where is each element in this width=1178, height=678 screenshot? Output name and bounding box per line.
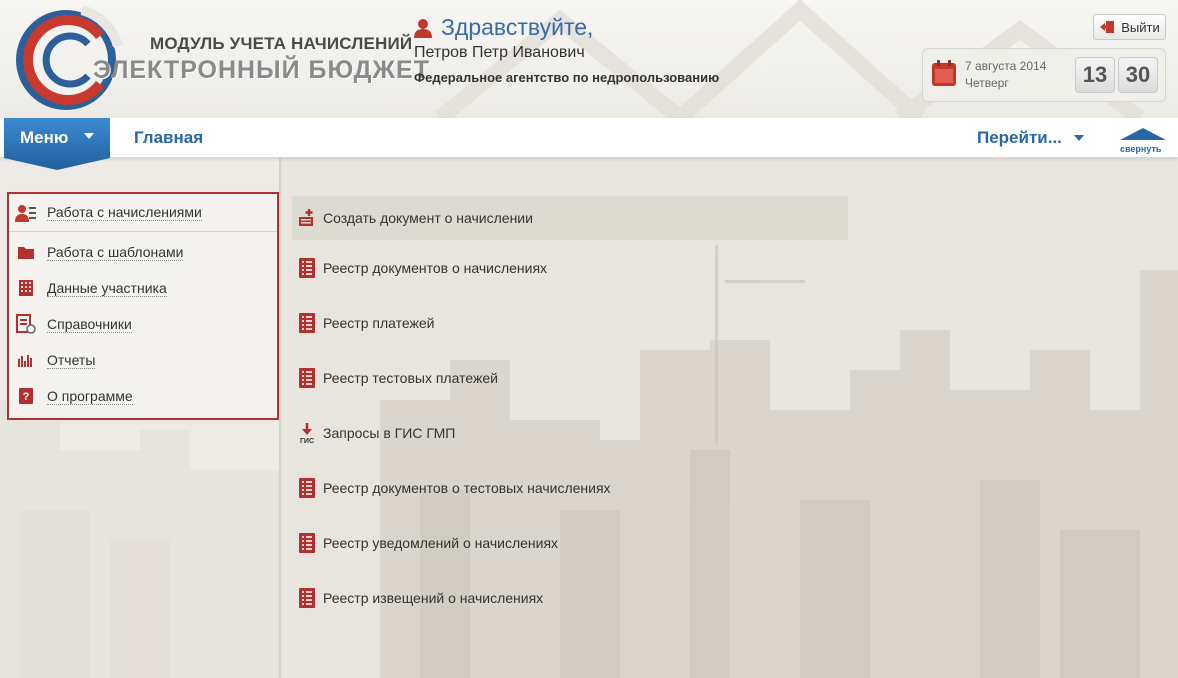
chevron-down-icon [84, 133, 94, 139]
content-item-label: Реестр платежей [323, 315, 435, 331]
content-item-label: Реестр документов о начислениях [323, 260, 548, 276]
greeting-text: Здравствуйте, [441, 14, 594, 40]
content-item-test-accrual-registry[interactable]: Реестр документов о тестовых начислениях [292, 466, 848, 510]
registry-icon [296, 311, 318, 335]
create-document-icon [296, 206, 318, 230]
folder-icon [15, 241, 37, 263]
accruals-user-icon [15, 202, 37, 224]
svg-text:ГИС: ГИС [300, 438, 314, 444]
goto-label: Перейти... [977, 128, 1062, 147]
content-item-accrual-registry[interactable]: Реестр документов о начислениях [292, 246, 848, 290]
clock-hours: 13 [1075, 57, 1115, 93]
left-menu-label: Отчеты [47, 351, 96, 369]
registry-icon [296, 586, 318, 610]
goto-dropdown[interactable]: Перейти... [977, 128, 1084, 148]
content-item-notification-registry[interactable]: Реестр уведомлений о начислениях [292, 521, 848, 565]
content-item-label: Реестр уведомлений о начислениях [323, 535, 559, 551]
bar-chart-icon [15, 349, 37, 371]
collapse-button[interactable]: свернуть [1118, 126, 1170, 156]
left-menu-item-reports[interactable]: Отчеты [9, 342, 277, 378]
exit-icon [1100, 21, 1115, 33]
left-menu-item-about[interactable]: ? О программе [9, 378, 277, 414]
left-menu-label: О программе [47, 387, 133, 405]
brand-title: ЭЛЕКТРОННЫЙ БЮДЖЕТ [93, 56, 430, 84]
content-item-label: Запросы в ГИС ГМП [323, 425, 456, 441]
brand-subtitle: МОДУЛЬ УЧЕТА НАЧИСЛЕНИЙ [150, 34, 413, 53]
current-date: 7 августа 2014 [965, 59, 1047, 73]
organization-name: Федеральное агентство по недропользовани… [414, 70, 720, 85]
content-item-label: Реестр тестовых платежей [323, 370, 498, 386]
user-name: Петров Петр Иванович [414, 44, 585, 61]
logout-label: Выйти [1121, 19, 1160, 35]
left-menu-item-references[interactable]: Справочники [9, 306, 277, 342]
left-menu: Работа с начислениями Работа с шаблонами… [7, 192, 279, 420]
left-menu-item-participant[interactable]: Данные участника [9, 270, 277, 306]
clock-minutes: 30 [1118, 57, 1158, 93]
content-item-create-document[interactable]: Создать документ о начислении [292, 196, 848, 240]
app-header: МОДУЛЬ УЧЕТА НАЧИСЛЕНИЙ ЭЛЕКТРОННЫЙ БЮДЖ… [0, 0, 1178, 118]
content-item-test-payment-registry[interactable]: Реестр тестовых платежей [292, 356, 848, 400]
content-item-label: Реестр извещений о начислениях [323, 590, 544, 606]
svg-text:?: ? [23, 391, 30, 403]
left-menu-label: Работа с начислениями [47, 204, 202, 221]
greeting: Здравствуйте, [413, 14, 593, 41]
collapse-arrow-icon [1120, 128, 1166, 140]
registry-icon [296, 366, 318, 390]
help-book-icon: ? [15, 385, 37, 407]
content-item-gis-requests[interactable]: ГИС Запросы в ГИС ГМП [292, 411, 848, 455]
gis-download-icon: ГИС [296, 421, 318, 445]
left-menu-label: Работа с шаблонами [47, 243, 184, 261]
chevron-down-icon [1073, 135, 1084, 141]
reference-book-icon [15, 313, 37, 335]
registry-icon [296, 476, 318, 500]
registry-icon [296, 531, 318, 555]
building-icon [15, 277, 37, 299]
menu-label: Меню [20, 128, 69, 147]
collapse-label: свернуть [1120, 144, 1162, 154]
menu-button[interactable]: Меню [4, 118, 110, 170]
left-menu-item-templates[interactable]: Работа с шаблонами [9, 234, 277, 270]
content-item-notice-registry[interactable]: Реестр извещений о начислениях [292, 576, 848, 620]
content-item-label: Реестр документов о тестовых начислениях [323, 480, 611, 496]
left-menu-label: Данные участника [47, 279, 167, 297]
content-item-label: Создать документ о начислении [323, 210, 533, 226]
current-weekday: Четверг [965, 76, 1009, 90]
nav-bar: Меню Главная Перейти... свернуть [0, 118, 1178, 170]
logout-button[interactable]: Выйти [1093, 14, 1166, 40]
registry-icon [296, 256, 318, 280]
user-icon [414, 18, 432, 38]
nav-home-link[interactable]: Главная [134, 128, 203, 148]
content-item-payment-registry[interactable]: Реестр платежей [292, 301, 848, 345]
left-menu-label: Справочники [47, 315, 132, 333]
left-sidebar: Работа с начислениями Работа с шаблонами… [0, 158, 281, 678]
date-time-widget: 7 августа 2014 Четверг 13 30 [922, 48, 1166, 102]
calendar-icon [932, 60, 956, 86]
left-menu-item-accruals[interactable]: Работа с начислениями [9, 194, 277, 232]
